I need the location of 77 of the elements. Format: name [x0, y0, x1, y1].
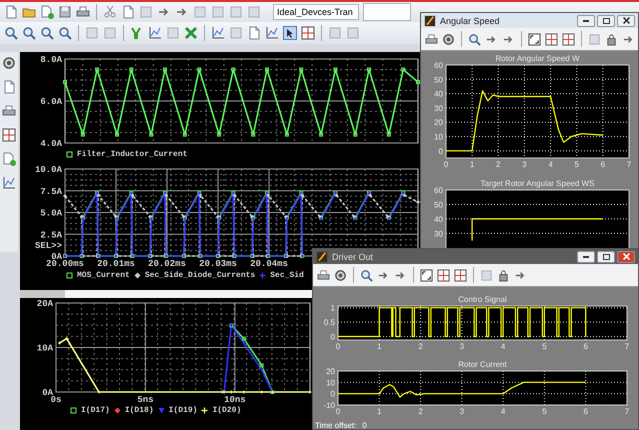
- tick-label: 4: [500, 407, 506, 416]
- chart-title: Target Rotor Angular Speed WS: [480, 179, 594, 188]
- tick-label: 20: [434, 118, 443, 128]
- tick-label: 7: [626, 160, 632, 169]
- tick-label: 30: [434, 104, 443, 113]
- tick-label: 50: [434, 200, 443, 210]
- tick-label: 0.5: [324, 318, 335, 328]
- tick-label: 7.5A: [40, 186, 62, 197]
- tick-label: 5: [542, 342, 547, 351]
- tick-label: 0: [444, 160, 448, 169]
- tick-label: 20.04ms: [250, 259, 288, 268]
- tick-label: 1: [470, 160, 474, 169]
- tick-label: 50: [434, 75, 443, 84]
- tick-label: 10ns: [224, 395, 246, 403]
- tick-label: 10.0A: [34, 165, 62, 175]
- time-offset-value: 0: [362, 420, 367, 429]
- tick-label: 60: [434, 61, 443, 70]
- tick-label: 6: [584, 342, 588, 351]
- tick-label: 2.5A: [40, 230, 62, 240]
- tick-label: 2: [496, 160, 500, 169]
- tick-label: 4: [500, 342, 506, 351]
- tick-label: 2: [418, 342, 423, 351]
- tick-label: 1: [377, 342, 382, 351]
- tick-label: 20.00ms: [46, 259, 84, 268]
- tick-label: 20A: [36, 299, 53, 309]
- legend-label: I(D20): [212, 406, 242, 414]
- tick-label: 20.03ms: [199, 259, 237, 268]
- tick-label: 7: [624, 407, 630, 416]
- tick-label: 0: [330, 332, 335, 342]
- chart-title: Rotor Angular Speed W: [495, 54, 580, 63]
- tick-label: 7: [624, 342, 630, 351]
- tick-label: 30: [434, 229, 443, 238]
- tick-label: 5: [574, 160, 579, 169]
- legend-label: Filter_Inductor_Current: [77, 150, 188, 158]
- tick-label: 4: [548, 160, 553, 169]
- tick-label: 0: [336, 342, 340, 351]
- tick-label: 0s: [50, 395, 62, 403]
- tick-label: 6: [600, 160, 606, 169]
- tick-label: 0: [330, 390, 335, 399]
- tick-label: 0A: [42, 388, 53, 398]
- tick-label: 10: [434, 132, 443, 142]
- tick-label: 3: [460, 407, 464, 416]
- tick-label: 20: [326, 367, 335, 376]
- annotation-label: SEL>>: [34, 241, 62, 251]
- window-title: Driver Out: [332, 252, 374, 262]
- legend-label: MOS_Current: [77, 270, 130, 280]
- time-offset-label: Time offset:: [315, 420, 356, 429]
- legend-label: I(D19): [168, 406, 198, 414]
- tick-label: 2: [418, 407, 423, 416]
- tick-label: 4.0A: [40, 139, 62, 146]
- legend-label: I(D17): [81, 406, 110, 414]
- tick-label: 6: [584, 407, 588, 416]
- tick-label: 1: [330, 304, 335, 313]
- tick-label: 1: [377, 407, 382, 416]
- tick-label: 8.0A: [40, 55, 62, 65]
- tick-label: 0: [438, 146, 443, 156]
- window-title: Angular Speed: [440, 16, 500, 26]
- tick-label: 3: [522, 160, 527, 169]
- tick-label: 60: [434, 186, 443, 195]
- legend-label: Sec_Side_Diode_Currents: [144, 270, 256, 280]
- tick-label: 20.02ms: [148, 259, 186, 268]
- tick-label: 40: [434, 90, 443, 99]
- tick-label: 5.0A: [40, 208, 62, 218]
- tick-label: 10: [326, 378, 335, 388]
- legend-label: Sec_Sid: [270, 270, 304, 280]
- tick-label: 3: [460, 342, 464, 351]
- tick-label: 6.0A: [40, 97, 62, 107]
- tick-label: 40: [434, 214, 443, 224]
- legend-label: I(D18): [124, 406, 154, 414]
- tick-label: 10A: [36, 344, 53, 354]
- tick-label: 0: [336, 407, 340, 416]
- tick-label: -10: [323, 401, 335, 410]
- tick-label: 5ns: [137, 395, 154, 403]
- tick-label: 20.01ms: [97, 259, 135, 268]
- chart-title: Rotor Current: [458, 360, 507, 369]
- chart-title: Contro Signal: [458, 295, 507, 304]
- tick-label: 5: [542, 407, 547, 416]
